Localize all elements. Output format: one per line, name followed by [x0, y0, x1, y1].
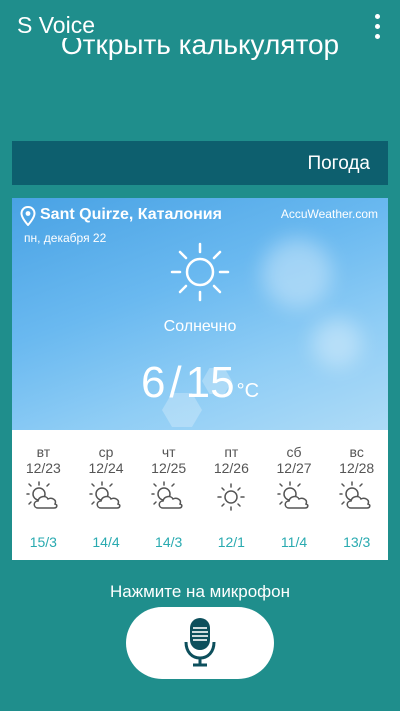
temp-low: 15: [185, 358, 235, 407]
mic-prompt: Нажмите на микрофон: [110, 582, 290, 601]
partly-cloudy-icon: [26, 481, 58, 509]
forecast-day-name: пт: [224, 444, 239, 460]
provider-link[interactable]: AccuWeather.com: [281, 207, 378, 221]
location-name: Sant Quirze, Каталония: [40, 206, 222, 223]
forecast-date: 12/25: [151, 460, 187, 476]
forecast-temps: 13/3: [343, 534, 371, 550]
forecast-temps: 14/3: [155, 534, 183, 550]
weather-current: Sant Quirze, Каталония AccuWeather.com п…: [12, 198, 388, 430]
sky-glow: [262, 238, 332, 308]
forecast-row: вт 12/23 15/3 ср 12/24 14/4 чт 12/25 14/…: [12, 430, 388, 560]
forecast-day-name: чт: [161, 444, 176, 460]
forecast-date: 12/24: [88, 460, 124, 476]
temp-high: 6: [140, 358, 166, 407]
section-title: Погода: [307, 153, 370, 174]
forecast-temps: 14/4: [92, 534, 120, 550]
previous-command-text: Открыть калькулятор: [60, 38, 340, 60]
forecast-day-name: ср: [98, 444, 114, 460]
weather-condition: Солнечно: [163, 318, 237, 335]
location-pin-icon: [20, 206, 36, 226]
current-temperature: 6/15 °C: [140, 358, 260, 407]
sun-icon: [217, 483, 245, 511]
microphone-icon: [184, 618, 216, 667]
forecast-temps: 12/1: [217, 534, 245, 550]
forecast-date: 12/23: [25, 460, 61, 476]
forecast-day: чт 12/25 14/3: [137, 430, 200, 560]
forecast-day: пт 12/26 12/1: [200, 430, 263, 560]
forecast-day: ср 12/24 14/4: [75, 430, 138, 560]
forecast-date: 12/27: [276, 460, 312, 476]
partly-cloudy-icon: [151, 481, 183, 509]
current-date: пн, декабря 22: [24, 231, 107, 245]
forecast-day: вт 12/23 15/3: [12, 430, 75, 560]
partly-cloudy-icon: [339, 481, 371, 509]
previous-command: Открыть калькулятор: [0, 38, 400, 64]
forecast-day-name: вс: [349, 444, 364, 460]
microphone-button[interactable]: [126, 607, 274, 679]
forecast-temps: 15/3: [29, 534, 57, 550]
partly-cloudy-icon: [88, 481, 121, 509]
partly-cloudy-icon: [276, 481, 309, 509]
temp-unit: °C: [236, 380, 260, 402]
weather-section-header: Погода: [12, 141, 388, 185]
forecast-date: 12/26: [213, 460, 249, 476]
forecast-day-name: вт: [36, 444, 51, 460]
forecast-temps: 11/4: [280, 534, 308, 550]
app-title: S Voice: [17, 12, 95, 38]
forecast-day-name: сб: [286, 444, 302, 460]
forecast-day: сб 12/27 11/4: [263, 430, 326, 560]
forecast-date: 12/28: [339, 460, 375, 476]
sun-icon: [170, 242, 230, 302]
weather-card[interactable]: Sant Quirze, Каталония AccuWeather.com п…: [12, 198, 388, 560]
forecast-day: вс 12/28 13/3: [325, 430, 388, 560]
